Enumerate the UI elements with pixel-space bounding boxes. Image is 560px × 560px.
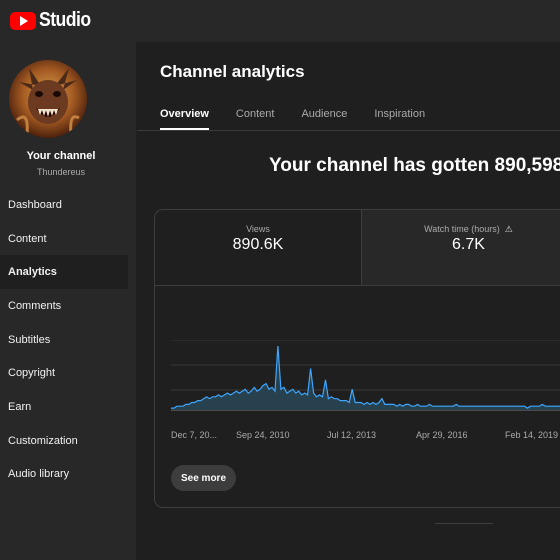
sidebar: Your channel Thundereus Dashboard Conten… bbox=[0, 42, 137, 560]
youtube-play-icon bbox=[10, 11, 36, 30]
warning-icon: ⚠ bbox=[504, 224, 513, 234]
top-bar: Studio bbox=[0, 0, 560, 42]
brand-name: Studio bbox=[39, 9, 91, 31]
sidebar-item-dashboard[interactable]: Dashboard bbox=[0, 188, 128, 222]
youtube-studio-logo[interactable]: Studio bbox=[10, 9, 98, 32]
main-content: Channel analytics Overview Content Audie… bbox=[137, 42, 560, 560]
metric-views[interactable]: Views 890.6K bbox=[155, 210, 361, 285]
views-chart[interactable] bbox=[155, 340, 560, 420]
tab-audience[interactable]: Audience bbox=[301, 108, 347, 130]
metric-watch-time[interactable]: Watch time (hours) ⚠ 6.7K bbox=[361, 210, 560, 285]
x-tick-label: Sep 24, 2010 bbox=[236, 430, 290, 440]
metric-watch-time-label: Watch time (hours) bbox=[424, 224, 500, 234]
bottom-divider bbox=[435, 523, 493, 524]
sidebar-item-audio-library[interactable]: Audio library bbox=[0, 458, 128, 492]
x-tick-label: Apr 29, 2016 bbox=[416, 430, 468, 440]
sidebar-item-earn[interactable]: Earn bbox=[0, 390, 128, 424]
sidebar-item-comments[interactable]: Comments bbox=[0, 289, 128, 323]
overview-card: Views 890.6K Watch time (hours) ⚠ 6.7K De… bbox=[154, 209, 560, 508]
sidebar-item-subtitles[interactable]: Subtitles bbox=[0, 323, 128, 357]
tab-content[interactable]: Content bbox=[236, 108, 275, 130]
channel-avatar[interactable] bbox=[9, 60, 87, 138]
x-tick-label: Dec 7, 20... bbox=[171, 430, 218, 440]
metric-views-value: 890.6K bbox=[232, 236, 284, 253]
channel-title: Your channel bbox=[26, 150, 96, 162]
sidebar-item-analytics[interactable]: Analytics bbox=[0, 255, 128, 290]
sidebar-item-content[interactable]: Content bbox=[0, 222, 128, 256]
tab-inspiration[interactable]: Inspiration bbox=[374, 108, 425, 130]
metric-watch-time-value: 6.7K bbox=[452, 236, 485, 253]
see-more-button[interactable]: See more bbox=[171, 465, 236, 491]
sidebar-item-customization[interactable]: Customization bbox=[0, 424, 128, 458]
metric-watch-time-label-row: Watch time (hours) ⚠ bbox=[362, 224, 560, 235]
tab-overview[interactable]: Overview bbox=[160, 108, 209, 130]
page-title: Channel analytics bbox=[160, 62, 305, 81]
analytics-tabs: Overview Content Audience Inspiration bbox=[160, 108, 452, 130]
chart-area-fill bbox=[171, 346, 560, 410]
views-headline: Your channel has gotten 890,598 v bbox=[269, 155, 560, 176]
x-tick-label: Jul 12, 2013 bbox=[327, 430, 377, 440]
x-tick-label: Feb 14, 2019 bbox=[505, 430, 559, 440]
sidebar-nav: Dashboard Content Analytics Comments Sub… bbox=[0, 188, 128, 491]
tabs-divider bbox=[137, 130, 560, 131]
sidebar-item-copyright[interactable]: Copyright bbox=[0, 356, 128, 390]
metric-divider bbox=[155, 285, 560, 286]
channel-handle: Thundereus bbox=[36, 167, 86, 177]
metric-views-label: Views bbox=[246, 224, 270, 234]
